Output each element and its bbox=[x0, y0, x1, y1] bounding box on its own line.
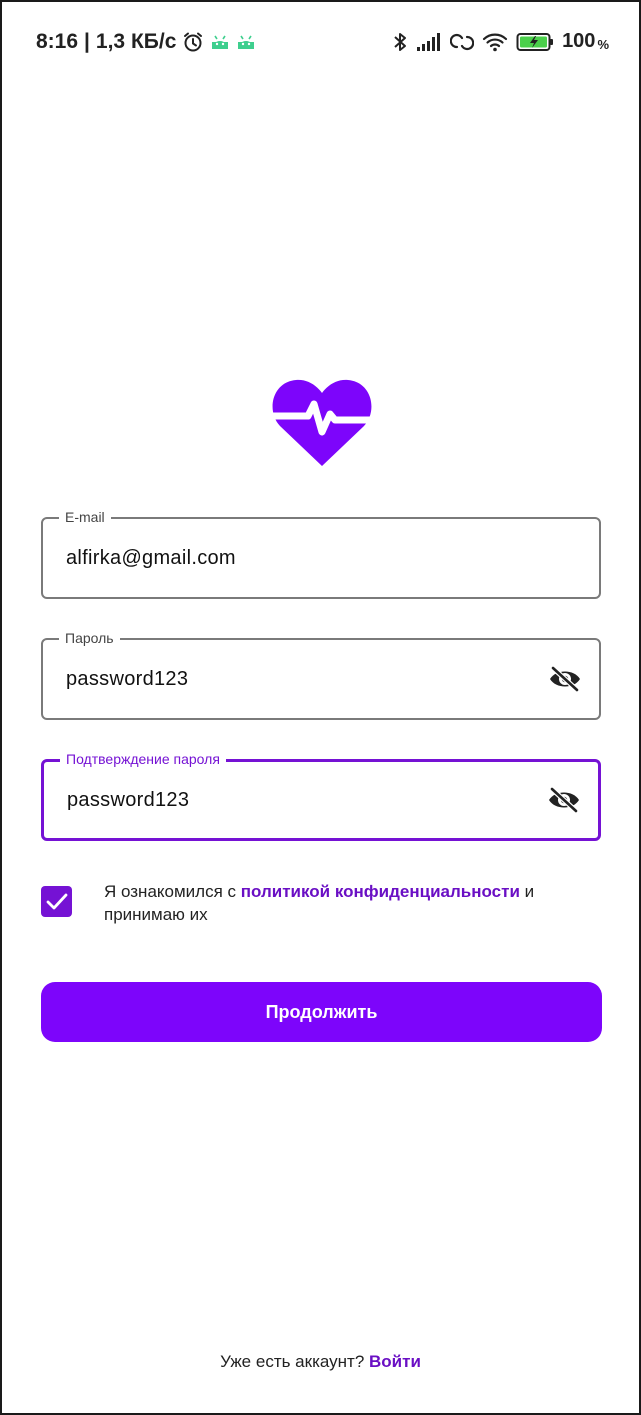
heart-pulse-icon bbox=[272, 376, 372, 468]
login-prompt-text: Уже есть аккаунт? bbox=[220, 1352, 370, 1371]
login-prompt: Уже есть аккаунт? Войти bbox=[2, 1352, 639, 1372]
status-network-speed: 1,3 КБ/с bbox=[95, 30, 177, 53]
privacy-policy-link[interactable]: политикой конфиденциальности bbox=[241, 882, 520, 901]
status-bar-right: 100% bbox=[392, 30, 609, 53]
alarm-icon bbox=[182, 31, 204, 53]
continue-button[interactable]: Продолжить bbox=[41, 982, 602, 1042]
eye-slash-icon[interactable] bbox=[546, 782, 582, 818]
battery-level: 100 bbox=[562, 30, 596, 52]
password-field[interactable]: Пароль password123 bbox=[41, 629, 601, 720]
status-time: 8:16 bbox=[36, 30, 79, 53]
password-confirm-field[interactable]: Подтверждение пароля password123 bbox=[41, 750, 601, 841]
password-input[interactable]: password123 bbox=[66, 640, 188, 718]
battery-unit: % bbox=[597, 37, 609, 52]
checkmark-icon bbox=[46, 893, 67, 909]
battery-charging-icon bbox=[516, 32, 554, 52]
status-separator: | bbox=[84, 30, 90, 53]
hotspot-icon bbox=[450, 32, 475, 52]
email-input[interactable]: alfirka@gmail.com bbox=[66, 519, 236, 597]
android-icon bbox=[210, 33, 230, 51]
bluetooth-icon bbox=[392, 31, 408, 53]
consent-text-before: Я ознакомился с bbox=[104, 882, 241, 901]
signal-icon bbox=[416, 32, 442, 52]
status-bar: 8:16 | 1,3 КБ/с 100 % bbox=[2, 30, 639, 60]
android-icon bbox=[236, 33, 256, 51]
consent-text: Я ознакомился с политикой конфиденциальн… bbox=[104, 880, 584, 926]
app-screen: 8:16 | 1,3 КБ/с 100 % E-mail alfirka@gma… bbox=[0, 0, 641, 1415]
eye-slash-icon[interactable] bbox=[547, 661, 583, 697]
wifi-icon bbox=[482, 32, 508, 52]
login-link[interactable]: Войти bbox=[369, 1352, 421, 1371]
password-confirm-input[interactable]: password123 bbox=[67, 762, 189, 838]
consent-checkbox[interactable] bbox=[41, 886, 72, 917]
status-bar-left: 8:16 | 1,3 КБ/с bbox=[36, 30, 256, 54]
email-field[interactable]: E-mail alfirka@gmail.com bbox=[41, 508, 601, 599]
